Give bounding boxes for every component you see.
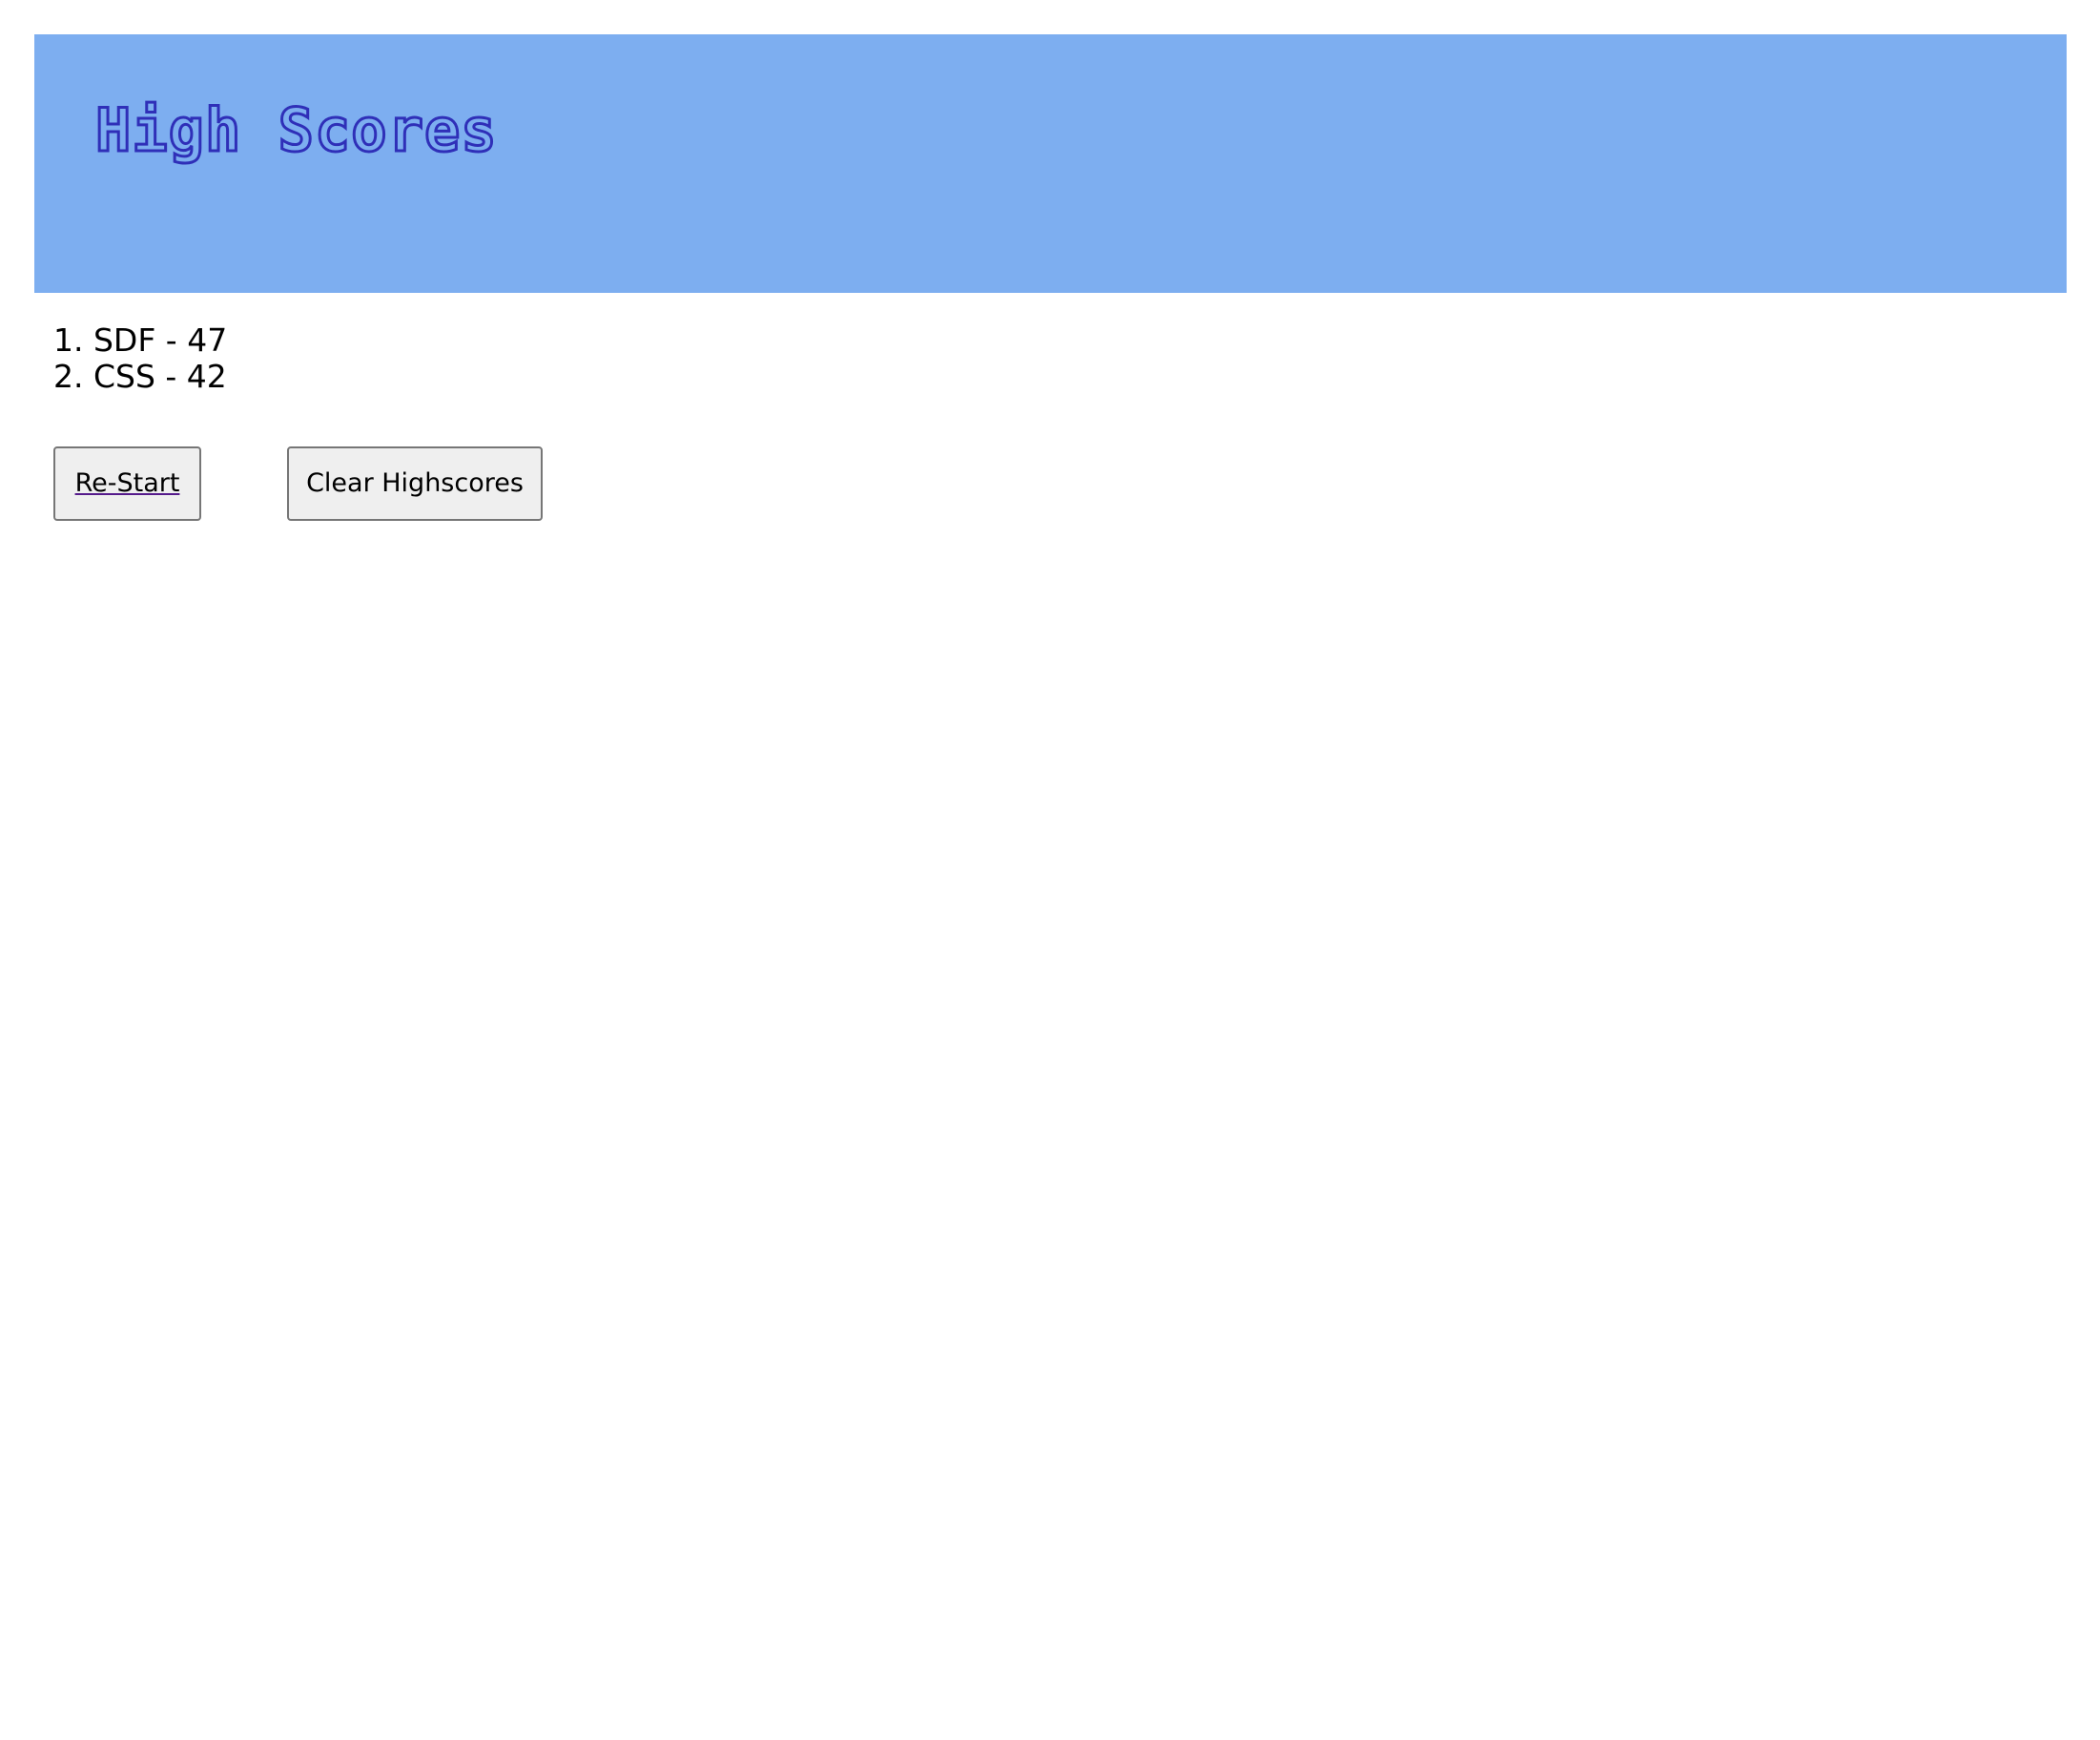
restart-button[interactable]: Re-Start — [53, 446, 201, 521]
clear-highscores-button[interactable]: Clear Highscores — [287, 446, 543, 521]
highscore-item: 2. CSS - 42 — [53, 358, 227, 395]
restart-link[interactable]: Re-Start — [75, 468, 180, 498]
highscore-item: 1. SDF - 47 — [53, 321, 228, 359]
page-title: High Scores — [94, 94, 499, 167]
highscore-list: 1. SDF - 47 2. CSS - 42 — [53, 322, 227, 395]
